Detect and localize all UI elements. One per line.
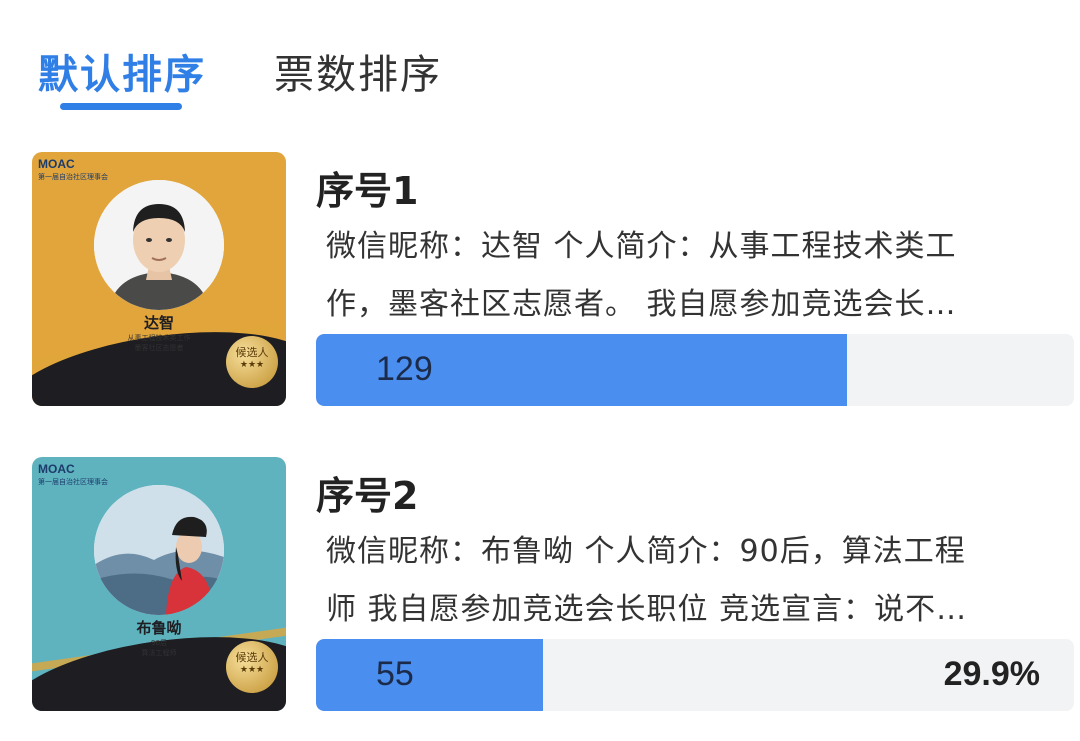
vote-percent: 29.9% xyxy=(943,655,1040,693)
candidate-number: 序号1 xyxy=(316,169,419,213)
avatar xyxy=(94,485,224,615)
active-tab-indicator xyxy=(60,103,182,110)
person-photo-icon xyxy=(94,485,224,615)
poster-name: 布鲁呦 xyxy=(136,619,182,637)
tab-vote-sort[interactable]: 票数排序 xyxy=(274,42,442,100)
description-line: 微信昵称：达智 个人简介：从事工程技术类工 xyxy=(326,229,957,264)
description-line: 师 我自愿参加竞选会长职位 竞选宣言：说不… xyxy=(326,592,968,627)
candidate-poster[interactable]: MOAC 第一届自治社区理事会 布鲁呦 90后 算法工程师 候选人 ★★★ xyxy=(32,457,286,711)
vote-count: 129 xyxy=(376,350,433,388)
candidate-seal: 候选人 ★★★ xyxy=(226,641,278,693)
vote-bar: 129 xyxy=(316,334,1074,406)
poster-brand: MOAC xyxy=(38,157,75,171)
seal-stars: ★★★ xyxy=(239,360,265,370)
candidate-description: 微信昵称：达智 个人简介：从事工程技术类工 作，墨客社区志愿者。 我自愿参加竞选… xyxy=(326,218,1066,334)
poster-brand: MOAC xyxy=(38,462,75,476)
candidate-poster[interactable]: MOAC 第一届自治社区理事会 达智 从事工程技术类工作 墨客社区志愿者 候选人… xyxy=(32,152,286,406)
person-photo-icon xyxy=(94,180,224,310)
tab-default-sort[interactable]: 默认排序 xyxy=(38,42,206,100)
seal-label: 候选人 xyxy=(235,651,269,664)
vote-bar-fill xyxy=(316,639,543,711)
sort-tabs: 默认排序 票数排序 xyxy=(0,0,1080,130)
avatar xyxy=(94,180,224,310)
description-line: 作，墨客社区志愿者。 我自愿参加竞选会长… xyxy=(326,287,957,322)
description-line: 微信昵称：布鲁呦 个人简介：90后，算法工程 xyxy=(326,534,966,569)
seal-label: 候选人 xyxy=(235,346,269,359)
candidate-seal: 候选人 ★★★ xyxy=(226,336,278,388)
poster-org: 第一届自治社区理事会 xyxy=(38,478,108,486)
candidate-card[interactable]: MOAC 第一届自治社区理事会 布鲁呦 90后 算法工程师 候选人 ★★★ 序号… xyxy=(0,455,1080,715)
candidate-card[interactable]: MOAC 第一届自治社区理事会 达智 从事工程技术类工作 墨客社区志愿者 候选人… xyxy=(0,150,1080,410)
poster-org: 第一届自治社区理事会 xyxy=(38,173,108,181)
vote-count: 55 xyxy=(376,655,414,693)
candidate-number: 序号2 xyxy=(316,474,419,518)
vote-bar: 55 29.9% xyxy=(316,639,1074,711)
seal-stars: ★★★ xyxy=(239,665,265,675)
candidate-description: 微信昵称：布鲁呦 个人简介：90后，算法工程 师 我自愿参加竞选会长职位 竞选宣… xyxy=(326,523,1066,639)
poster-name: 达智 xyxy=(143,314,174,332)
